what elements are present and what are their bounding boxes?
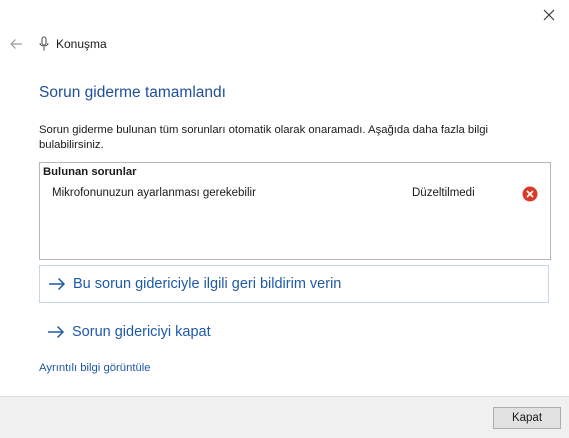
microphone-icon bbox=[38, 36, 50, 52]
problems-header: Bulunan sorunlar bbox=[43, 166, 137, 178]
footer: Kapat bbox=[0, 396, 569, 438]
page-title: Sorun giderme tamamlandı bbox=[39, 84, 226, 101]
feedback-link[interactable]: Bu sorun gidericiyle ilgili geri bildiri… bbox=[39, 265, 549, 303]
problem-status: Düzeltilmedi bbox=[412, 187, 475, 199]
close-troubleshooter-link[interactable]: Sorun gidericiyi kapat bbox=[39, 319, 211, 345]
problem-name: Mikrofonunuzun ayarlanması gerekebilir bbox=[52, 187, 256, 199]
header-title: Konuşma bbox=[56, 37, 107, 51]
error-icon bbox=[522, 186, 538, 202]
arrow-right-icon bbox=[48, 277, 66, 291]
window-close-button[interactable] bbox=[535, 4, 563, 26]
problems-panel: Bulunan sorunlar Mikrofonunuzun ayarlanm… bbox=[39, 162, 551, 260]
back-arrow-icon bbox=[10, 39, 22, 49]
feedback-link-label: Bu sorun gidericiyle ilgili geri bildiri… bbox=[73, 276, 342, 292]
close-button[interactable]: Kapat bbox=[493, 407, 561, 429]
description-text: Sorun giderme bulunan tüm sorunları otom… bbox=[39, 124, 489, 151]
close-troubleshooter-label: Sorun gidericiyi kapat bbox=[72, 324, 211, 340]
arrow-right-icon bbox=[47, 325, 65, 339]
details-link[interactable]: Ayrıntılı bilgi görüntüle bbox=[39, 362, 151, 374]
back-button[interactable] bbox=[8, 36, 24, 52]
close-icon bbox=[543, 9, 555, 21]
header: Konuşma bbox=[8, 34, 107, 54]
list-item[interactable]: Mikrofonunuzun ayarlanması gerekebilir D… bbox=[40, 184, 550, 206]
